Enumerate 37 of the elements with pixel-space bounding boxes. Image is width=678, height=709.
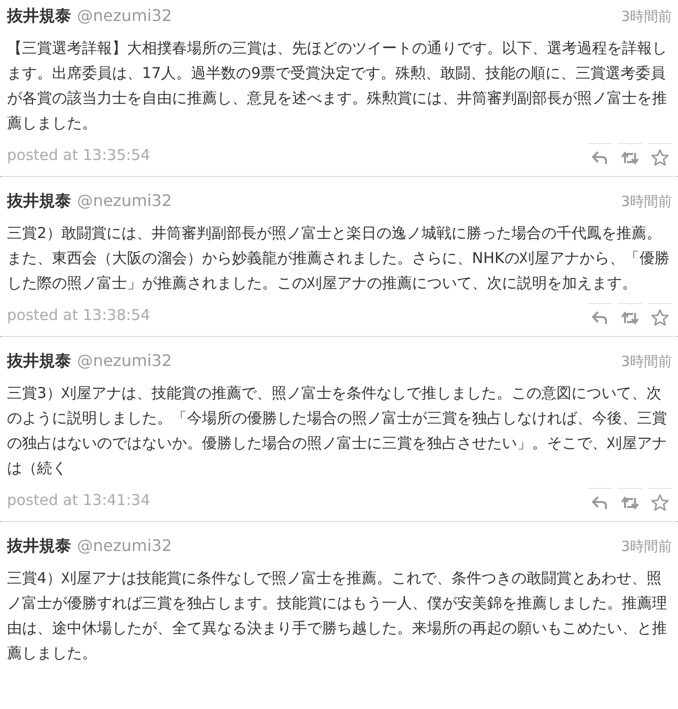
tweet-time[interactable]: 3時間前 (621, 353, 672, 371)
tweet-time[interactable]: 3時間前 (621, 8, 672, 26)
tweet-text: 三賞4）刈屋アナは技能賞に条件なしで照ノ富士を推薦。これで、条件つきの敢闘賞とあわせ、照ノ富士が優勝すれば三賞を独占します。技能賞にはもう一人、僕が安美錦を推薦しました。推薦理由は、途中休場したが、全て異なる決まり手で勝ち越した。来場所の再起の願いもこめたい、と推薦しました。 (7, 568, 668, 664)
posted-time: posted at 13:35:54 (7, 146, 150, 164)
author-handle[interactable]: @nezumi32 (77, 536, 172, 555)
favorite-button[interactable] (648, 303, 672, 327)
author-handle[interactable]: @nezumi32 (77, 6, 172, 25)
reply-button[interactable] (588, 143, 612, 167)
posted-time: posted at 13:38:54 (7, 306, 150, 324)
author-name[interactable]: 抜井規泰 (7, 191, 71, 212)
retweet-icon (621, 496, 639, 510)
retweet-button[interactable] (618, 143, 642, 167)
author-handle[interactable]: @nezumi32 (77, 351, 172, 370)
reply-icon (592, 150, 608, 164)
star-icon (651, 309, 669, 326)
author-name[interactable]: 抜井規泰 (7, 536, 71, 557)
favorite-button[interactable] (648, 488, 672, 512)
author-name[interactable]: 抜井規泰 (7, 6, 71, 27)
retweet-button[interactable] (618, 303, 642, 327)
star-icon (651, 149, 669, 166)
star-icon (651, 494, 669, 511)
reply-button[interactable] (588, 488, 612, 512)
retweet-icon (621, 150, 639, 164)
retweet-button[interactable] (618, 488, 642, 512)
favorite-button[interactable] (648, 143, 672, 167)
retweet-icon (621, 310, 639, 324)
posted-time: posted at 13:41:34 (7, 491, 150, 509)
tweet-text: 【三賞選考詳報】大相撲春場所の三賞は、先ほどのツイートの通りです。以下、選考過程を詳報します。出席委員は、17人。過半数の9票で受賞決定です。殊勲、敢闘、技能の順に、三賞選考委員が各賞の該当力士を自由に推薦し、意見を述べます。殊勲賞には、井筒審判副部長が照ノ富士を推薦しました。 (7, 38, 668, 134)
tweet-text: 三賞3）刈屋アナは、技能賞の推薦で、照ノ富士を条件なしで推しました。この意図について、次のように説明しました。「今場所の優勝した場合の照ノ富士が三賞を独占しなければ、今後、三賞の独占はないのではないか。優勝した場合の照ノ富士に三賞を独占させたい」。そこで、刈屋アナは（続く (7, 383, 668, 479)
reply-button[interactable] (588, 303, 612, 327)
tweet-time[interactable]: 3時間前 (621, 538, 672, 556)
tweet-time[interactable]: 3時間前 (621, 193, 672, 211)
tweet-text: 三賞2）敢闘賞には、井筒審判副部長が照ノ富士と楽日の逸ノ城戦に勝った場合の千代鳳を推薦。また、東西会（大阪の溜会）から妙義龍が推薦されました。さらに、NHKの刈屋アナから、「優勝した際の照ノ富士」が推薦されました。この刈屋アナの推薦について、次に説明を加えます。 (7, 223, 670, 294)
author-name[interactable]: 抜井規泰 (7, 351, 71, 372)
reply-icon (592, 496, 608, 510)
author-handle[interactable]: @nezumi32 (77, 191, 172, 210)
reply-icon (592, 310, 608, 324)
